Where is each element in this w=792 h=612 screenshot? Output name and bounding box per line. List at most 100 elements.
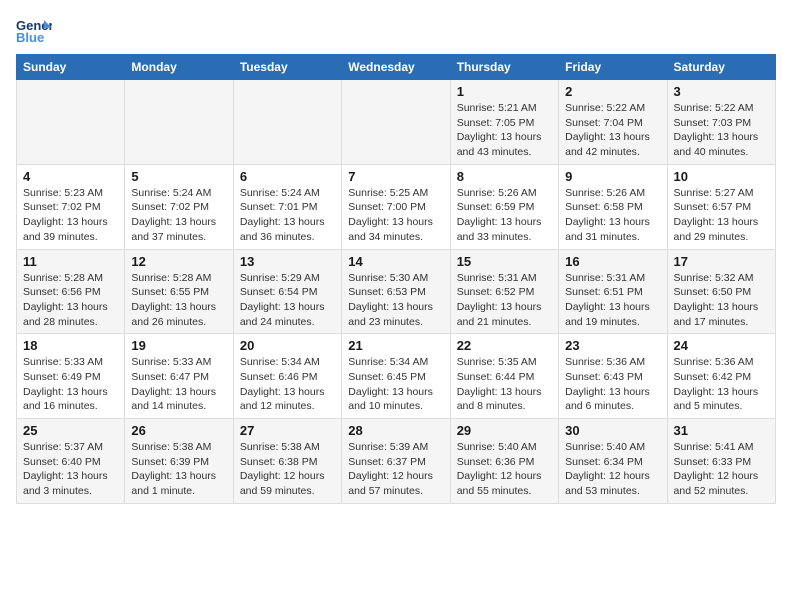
day-info: Sunrise: 5:28 AM Sunset: 6:56 PM Dayligh… [23,271,118,330]
weekday-header-thursday: Thursday [450,55,558,80]
calendar-cell: 8 Sunrise: 5:26 AM Sunset: 6:59 PM Daylig… [450,164,558,249]
day-info: Sunrise: 5:38 AM Sunset: 6:39 PM Dayligh… [131,440,226,499]
day-number: 11 [23,254,118,269]
calendar-cell: 13 Sunrise: 5:29 AM Sunset: 6:54 PM Dayli… [233,249,341,334]
day-info: Sunrise: 5:37 AM Sunset: 6:40 PM Dayligh… [23,440,118,499]
day-number: 2 [565,84,660,99]
calendar-week-2: 4 Sunrise: 5:23 AM Sunset: 7:02 PM Daylig… [17,164,776,249]
day-number: 26 [131,423,226,438]
weekday-header-friday: Friday [559,55,667,80]
day-number: 9 [565,169,660,184]
day-info: Sunrise: 5:38 AM Sunset: 6:38 PM Dayligh… [240,440,335,499]
calendar-cell: 5 Sunrise: 5:24 AM Sunset: 7:02 PM Daylig… [125,164,233,249]
day-number: 25 [23,423,118,438]
day-info: Sunrise: 5:36 AM Sunset: 6:42 PM Dayligh… [674,355,769,414]
calendar-cell [342,80,450,165]
calendar-cell: 18 Sunrise: 5:33 AM Sunset: 6:49 PM Dayli… [17,334,125,419]
day-number: 14 [348,254,443,269]
day-number: 15 [457,254,552,269]
calendar-cell: 10 Sunrise: 5:27 AM Sunset: 6:57 PM Dayli… [667,164,775,249]
day-number: 29 [457,423,552,438]
calendar-cell: 24 Sunrise: 5:36 AM Sunset: 6:42 PM Dayli… [667,334,775,419]
day-number: 24 [674,338,769,353]
calendar-cell: 6Sunrise: 5:24 AM Sunset: 7:01 PM Daylig… [233,164,341,249]
day-number: 27 [240,423,335,438]
day-info: Sunrise: 5:22 AM Sunset: 7:04 PM Dayligh… [565,101,660,160]
day-number: 10 [674,169,769,184]
day-info: Sunrise: 5:23 AM Sunset: 7:02 PM Dayligh… [23,186,118,245]
day-number: 8 [457,169,552,184]
calendar-cell: 16Sunrise: 5:31 AM Sunset: 6:51 PM Dayli… [559,249,667,334]
day-info: Sunrise: 5:32 AM Sunset: 6:50 PM Dayligh… [674,271,769,330]
day-number: 31 [674,423,769,438]
weekday-header-monday: Monday [125,55,233,80]
day-info: Sunrise: 5:26 AM Sunset: 6:58 PM Dayligh… [565,186,660,245]
logo-icon: General Blue [16,16,52,44]
calendar-cell: 1 Sunrise: 5:21 AM Sunset: 7:05 PM Daylig… [450,80,558,165]
day-number: 13 [240,254,335,269]
calendar-cell: 25 Sunrise: 5:37 AM Sunset: 6:40 PM Dayli… [17,419,125,504]
calendar-cell: 15 Sunrise: 5:31 AM Sunset: 6:52 PM Dayli… [450,249,558,334]
calendar-cell: 14 Sunrise: 5:30 AM Sunset: 6:53 PM Dayli… [342,249,450,334]
calendar-week-4: 18 Sunrise: 5:33 AM Sunset: 6:49 PM Dayli… [17,334,776,419]
calendar-cell: 31Sunrise: 5:41 AM Sunset: 6:33 PM Dayli… [667,419,775,504]
day-number: 18 [23,338,118,353]
day-number: 30 [565,423,660,438]
day-info: Sunrise: 5:30 AM Sunset: 6:53 PM Dayligh… [348,271,443,330]
day-info: Sunrise: 5:34 AM Sunset: 6:46 PM Dayligh… [240,355,335,414]
calendar-table: SundayMondayTuesdayWednesdayThursdayFrid… [16,54,776,504]
day-number: 1 [457,84,552,99]
day-info: Sunrise: 5:29 AM Sunset: 6:54 PM Dayligh… [240,271,335,330]
day-number: 21 [348,338,443,353]
day-info: Sunrise: 5:40 AM Sunset: 6:36 PM Dayligh… [457,440,552,499]
calendar-cell: 27 Sunrise: 5:38 AM Sunset: 6:38 PM Dayli… [233,419,341,504]
day-number: 19 [131,338,226,353]
logo: General Blue [16,16,56,44]
calendar-cell: 17 Sunrise: 5:32 AM Sunset: 6:50 PM Dayli… [667,249,775,334]
calendar-cell: 3 Sunrise: 5:22 AM Sunset: 7:03 PM Daylig… [667,80,775,165]
day-info: Sunrise: 5:22 AM Sunset: 7:03 PM Dayligh… [674,101,769,160]
weekday-header-wednesday: Wednesday [342,55,450,80]
day-number: 6 [240,169,335,184]
day-info: Sunrise: 5:31 AM Sunset: 6:52 PM Dayligh… [457,271,552,330]
calendar-cell: 19 Sunrise: 5:33 AM Sunset: 6:47 PM Dayli… [125,334,233,419]
calendar-week-1: 1 Sunrise: 5:21 AM Sunset: 7:05 PM Daylig… [17,80,776,165]
day-number: 20 [240,338,335,353]
calendar-cell: 2 Sunrise: 5:22 AM Sunset: 7:04 PM Daylig… [559,80,667,165]
calendar-week-5: 25 Sunrise: 5:37 AM Sunset: 6:40 PM Dayli… [17,419,776,504]
calendar-cell: 20 Sunrise: 5:34 AM Sunset: 6:46 PM Dayli… [233,334,341,419]
day-info: Sunrise: 5:40 AM Sunset: 6:34 PM Dayligh… [565,440,660,499]
calendar-cell: 26 Sunrise: 5:38 AM Sunset: 6:39 PM Dayli… [125,419,233,504]
calendar-cell: 9 Sunrise: 5:26 AM Sunset: 6:58 PM Daylig… [559,164,667,249]
day-number: 3 [674,84,769,99]
calendar-cell [17,80,125,165]
calendar-cell: 23Sunrise: 5:36 AM Sunset: 6:43 PM Dayli… [559,334,667,419]
day-number: 5 [131,169,226,184]
day-info: Sunrise: 5:21 AM Sunset: 7:05 PM Dayligh… [457,101,552,160]
calendar-cell: 29 Sunrise: 5:40 AM Sunset: 6:36 PM Dayli… [450,419,558,504]
day-info: Sunrise: 5:27 AM Sunset: 6:57 PM Dayligh… [674,186,769,245]
calendar-cell: 7Sunrise: 5:25 AM Sunset: 7:00 PM Daylig… [342,164,450,249]
calendar-cell: 11 Sunrise: 5:28 AM Sunset: 6:56 PM Dayli… [17,249,125,334]
calendar-cell: 12 Sunrise: 5:28 AM Sunset: 6:55 PM Dayli… [125,249,233,334]
day-number: 22 [457,338,552,353]
weekday-header-saturday: Saturday [667,55,775,80]
day-info: Sunrise: 5:31 AM Sunset: 6:51 PM Dayligh… [565,271,660,330]
calendar-cell [125,80,233,165]
day-info: Sunrise: 5:26 AM Sunset: 6:59 PM Dayligh… [457,186,552,245]
calendar-cell: 4 Sunrise: 5:23 AM Sunset: 7:02 PM Daylig… [17,164,125,249]
day-info: Sunrise: 5:33 AM Sunset: 6:47 PM Dayligh… [131,355,226,414]
day-info: Sunrise: 5:25 AM Sunset: 7:00 PM Dayligh… [348,186,443,245]
calendar-cell [233,80,341,165]
day-number: 4 [23,169,118,184]
day-info: Sunrise: 5:33 AM Sunset: 6:49 PM Dayligh… [23,355,118,414]
calendar-cell: 28Sunrise: 5:39 AM Sunset: 6:37 PM Dayli… [342,419,450,504]
day-number: 17 [674,254,769,269]
day-info: Sunrise: 5:34 AM Sunset: 6:45 PM Dayligh… [348,355,443,414]
day-number: 12 [131,254,226,269]
calendar-cell: 21 Sunrise: 5:34 AM Sunset: 6:45 PM Dayli… [342,334,450,419]
calendar-week-3: 11 Sunrise: 5:28 AM Sunset: 6:56 PM Dayli… [17,249,776,334]
day-info: Sunrise: 5:24 AM Sunset: 7:02 PM Dayligh… [131,186,226,245]
day-info: Sunrise: 5:28 AM Sunset: 6:55 PM Dayligh… [131,271,226,330]
calendar-cell: 30 Sunrise: 5:40 AM Sunset: 6:34 PM Dayli… [559,419,667,504]
